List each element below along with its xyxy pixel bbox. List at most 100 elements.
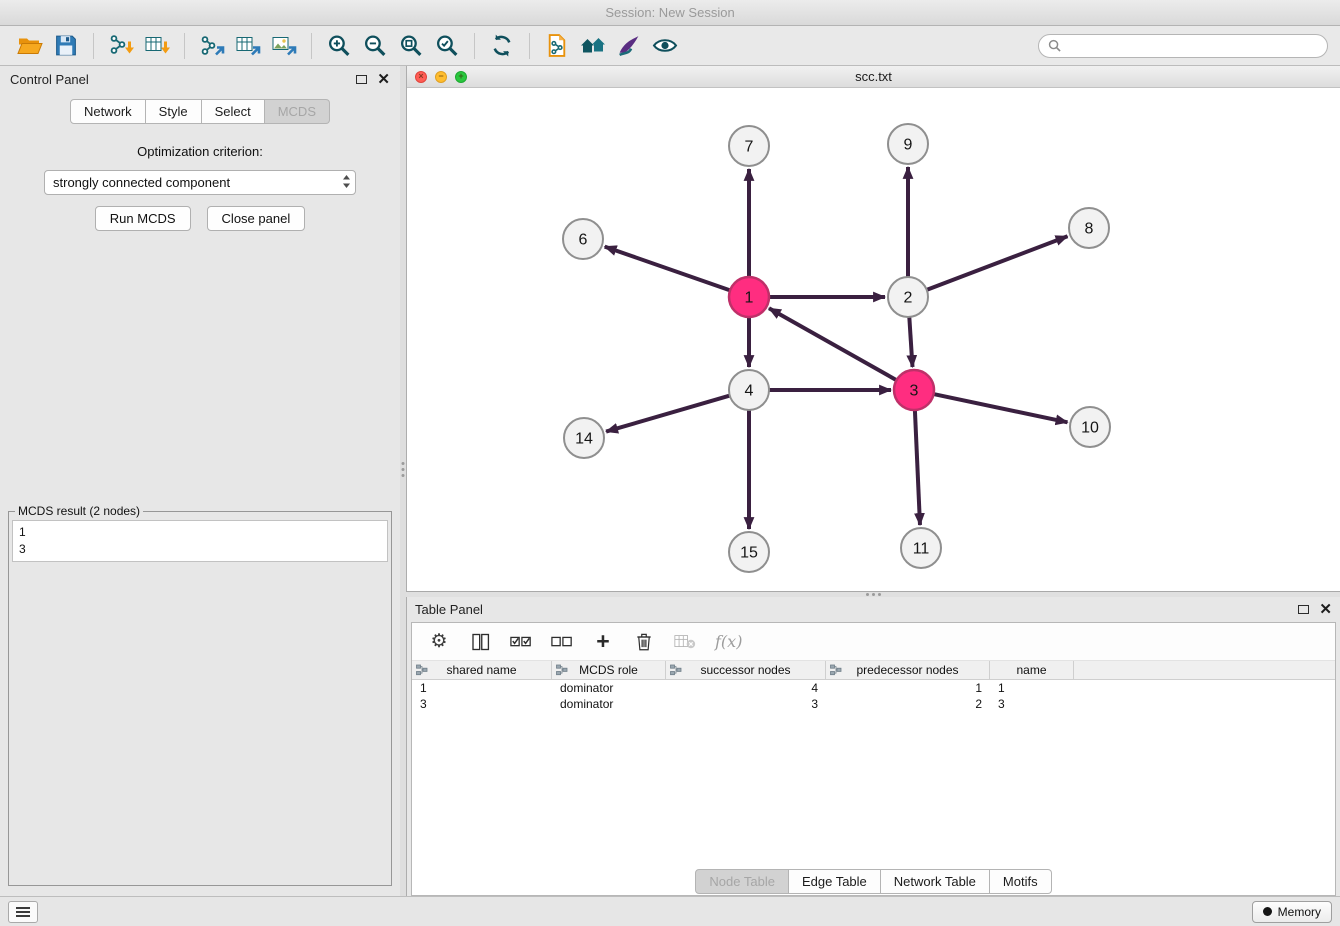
delete-column-button[interactable]	[633, 630, 655, 654]
search-icon	[1048, 39, 1061, 52]
first-neighbors-button[interactable]	[575, 31, 611, 61]
column-header-name[interactable]: name	[990, 661, 1074, 679]
search-input[interactable]	[1067, 39, 1318, 53]
unchecked-boxes-icon	[551, 634, 573, 650]
table-cell: 3	[666, 696, 826, 712]
vertical-splitter[interactable]	[400, 66, 406, 896]
table-tab-edge-table[interactable]: Edge Table	[789, 869, 881, 894]
graph-edge-2-8[interactable]	[927, 236, 1068, 290]
table-tab-motifs[interactable]: Motifs	[990, 869, 1052, 894]
toolbar-separator	[184, 33, 185, 59]
tab-style[interactable]: Style	[146, 99, 202, 124]
fx-icon: f(x)	[715, 632, 742, 651]
close-table-panel-icon[interactable]: ✕	[1319, 602, 1332, 617]
delete-table-button[interactable]	[674, 630, 696, 654]
export-image-icon	[271, 33, 297, 58]
graph-node-label: 11	[913, 541, 930, 558]
table-tabs: Node TableEdge TableNetwork TableMotifs	[695, 869, 1051, 894]
float-table-panel-icon[interactable]	[1298, 605, 1309, 614]
zoom-out-button[interactable]	[357, 31, 393, 61]
new-network-from-selection-button[interactable]	[539, 31, 575, 61]
export-network-icon	[199, 33, 225, 58]
checked-boxes-icon	[510, 634, 532, 650]
export-network-button[interactable]	[194, 31, 230, 61]
status-menu-button[interactable]	[8, 901, 38, 923]
select-stepper-icon	[342, 174, 351, 192]
graph-node-label: 2	[904, 290, 913, 307]
window-close-button[interactable]: ×	[415, 71, 427, 83]
window-zoom-button[interactable]: +	[455, 71, 467, 83]
window-minimize-button[interactable]: −	[435, 71, 447, 83]
network-window-title: scc.txt	[407, 69, 1340, 84]
graph-edge-3-1[interactable]	[769, 308, 897, 380]
graph-node-label: 7	[745, 139, 754, 156]
column-type-icon	[670, 664, 682, 676]
graph-edge-2-3[interactable]	[909, 317, 912, 367]
criterion-selected-value: strongly connected component	[53, 175, 230, 190]
unselect-all-button[interactable]	[551, 630, 573, 654]
column-type-icon	[556, 664, 568, 676]
import-table-button[interactable]	[139, 31, 175, 61]
zoom-fit-button[interactable]	[393, 31, 429, 61]
table-header-row: shared nameMCDS rolesuccessor nodesprede…	[412, 661, 1335, 680]
memory-button[interactable]: Memory	[1252, 901, 1332, 923]
eye-icon	[652, 33, 678, 58]
table-cell: 4	[666, 680, 826, 696]
table-cell: 1	[412, 680, 552, 696]
toolbar-separator	[474, 33, 475, 59]
close-panel-icon[interactable]: ✕	[377, 72, 390, 87]
column-type-icon	[416, 664, 428, 676]
graph-edge-1-6[interactable]	[605, 247, 730, 291]
run-mcds-button[interactable]: Run MCDS	[95, 206, 191, 231]
show-columns-button[interactable]	[469, 630, 491, 654]
table-rows: 1dominator4113dominator323	[412, 680, 1335, 867]
create-column-button[interactable]: +	[592, 630, 614, 654]
trash-icon	[635, 631, 653, 652]
select-all-button[interactable]	[510, 630, 532, 654]
save-floppy-icon	[53, 33, 79, 58]
table-toolbar: ⚙ + f	[412, 623, 1335, 661]
column-header-successor-nodes[interactable]: successor nodes	[666, 661, 826, 679]
mcds-result-title: MCDS result (2 nodes)	[15, 504, 143, 518]
function-builder-button[interactable]: f(x)	[715, 630, 742, 654]
graph-node-label: 6	[579, 232, 588, 249]
graph-edge-4-14[interactable]	[606, 396, 730, 432]
close-panel-button[interactable]: Close panel	[207, 206, 306, 231]
table-settings-button[interactable]: ⚙	[428, 630, 450, 654]
column-header-mcds-role[interactable]: MCDS role	[552, 661, 666, 679]
graph-edge-3-10[interactable]	[934, 394, 1068, 422]
search-field	[1038, 34, 1328, 58]
import-table-icon	[144, 33, 170, 58]
window-titlebar: Session: New Session	[0, 0, 1340, 26]
table-tab-node-table[interactable]: Node Table	[695, 869, 789, 894]
apply-layout-button[interactable]	[484, 31, 520, 61]
open-session-button[interactable]	[12, 31, 48, 61]
control-panel-title: Control Panel	[10, 72, 89, 87]
mcds-result-group: MCDS result (2 nodes) 1 3	[8, 504, 392, 886]
graph-edge-3-11[interactable]	[915, 410, 920, 525]
column-header-shared-name[interactable]: shared name	[412, 661, 552, 679]
graph-node-label: 4	[745, 383, 754, 400]
export-image-button[interactable]	[266, 31, 302, 61]
graph-node-label: 1	[745, 290, 754, 307]
float-panel-icon[interactable]	[356, 75, 367, 84]
show-hide-button[interactable]	[647, 31, 683, 61]
houses-icon	[580, 33, 606, 58]
column-header-predecessor-nodes[interactable]: predecessor nodes	[826, 661, 990, 679]
table-tab-network-table[interactable]: Network Table	[881, 869, 990, 894]
apply-style-button[interactable]	[611, 31, 647, 61]
table-cell: 1	[990, 680, 1074, 696]
zoom-selected-button[interactable]	[429, 31, 465, 61]
criterion-select[interactable]: strongly connected component	[44, 170, 356, 195]
export-table-button[interactable]	[230, 31, 266, 61]
save-session-button[interactable]	[48, 31, 84, 61]
zoom-in-button[interactable]	[321, 31, 357, 61]
tab-mcds[interactable]: MCDS	[265, 99, 330, 124]
network-canvas[interactable]: 7968124314101511	[407, 88, 1340, 591]
table-row[interactable]: 3dominator323	[412, 696, 1335, 712]
import-network-button[interactable]	[103, 31, 139, 61]
tab-select[interactable]: Select	[202, 99, 265, 124]
zoom-out-icon	[362, 33, 388, 58]
tab-network[interactable]: Network	[70, 99, 146, 124]
table-row[interactable]: 1dominator411	[412, 680, 1335, 696]
